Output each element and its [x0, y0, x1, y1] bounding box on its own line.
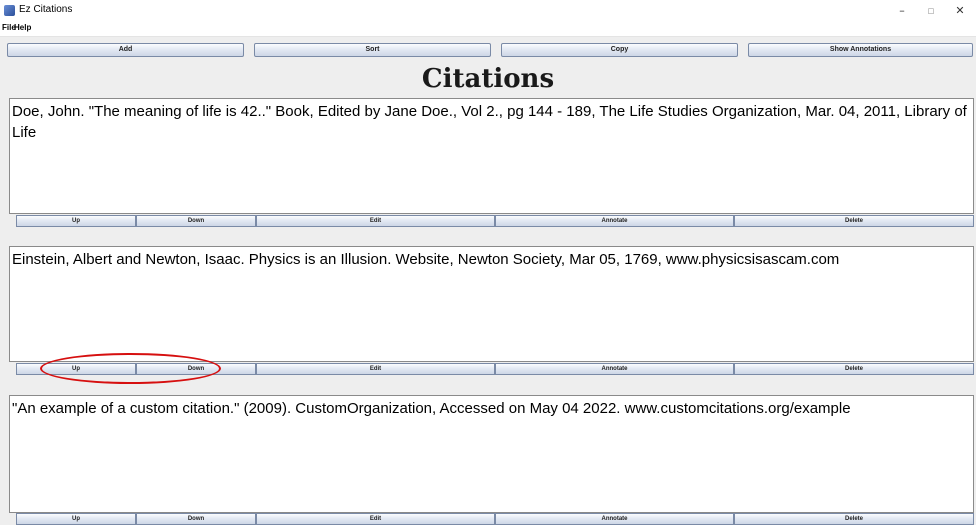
- window-title: Ez Citations: [19, 4, 73, 15]
- annotate-button[interactable]: Annotate: [495, 363, 734, 375]
- delete-button[interactable]: Delete: [734, 215, 974, 227]
- sort-button[interactable]: Sort: [254, 43, 491, 57]
- down-button[interactable]: Down: [136, 513, 256, 525]
- citation-card: Doe, John. "The meaning of life is 42.."…: [9, 98, 974, 214]
- highlight-ellipse: [40, 353, 221, 384]
- down-button[interactable]: Down: [136, 215, 256, 227]
- title-bar: Ez Citations – ▫ ✕: [0, 0, 976, 22]
- copy-button[interactable]: Copy: [501, 43, 738, 57]
- edit-button[interactable]: Edit: [256, 363, 495, 375]
- citation-text: "An example of a custom citation." (2009…: [12, 400, 851, 417]
- up-button[interactable]: Up: [16, 215, 136, 227]
- delete-button[interactable]: Delete: [734, 363, 974, 375]
- add-button[interactable]: Add: [7, 43, 244, 57]
- maximize-icon[interactable]: ▫: [917, 2, 945, 20]
- page-title: Citations: [421, 64, 555, 94]
- annotate-button[interactable]: Annotate: [495, 513, 734, 525]
- citation-card: "An example of a custom citation." (2009…: [9, 395, 974, 513]
- edit-button[interactable]: Edit: [256, 513, 495, 525]
- citation-text: Doe, John. "The meaning of life is 42.."…: [12, 103, 967, 141]
- menu-help[interactable]: Help: [14, 23, 31, 32]
- annotate-button[interactable]: Annotate: [495, 215, 734, 227]
- delete-button[interactable]: Delete: [734, 513, 974, 525]
- citation-text: Einstein, Albert and Newton, Isaac. Phys…: [12, 251, 840, 268]
- citation-card: Einstein, Albert and Newton, Isaac. Phys…: [9, 246, 974, 362]
- close-icon[interactable]: ✕: [946, 2, 974, 20]
- edit-button[interactable]: Edit: [256, 215, 495, 227]
- app-icon: [4, 5, 15, 16]
- show-annotations-button[interactable]: Show Annotations: [748, 43, 973, 57]
- up-button[interactable]: Up: [16, 513, 136, 525]
- minimize-icon[interactable]: –: [888, 2, 916, 20]
- menu-bar: File Help: [0, 22, 976, 37]
